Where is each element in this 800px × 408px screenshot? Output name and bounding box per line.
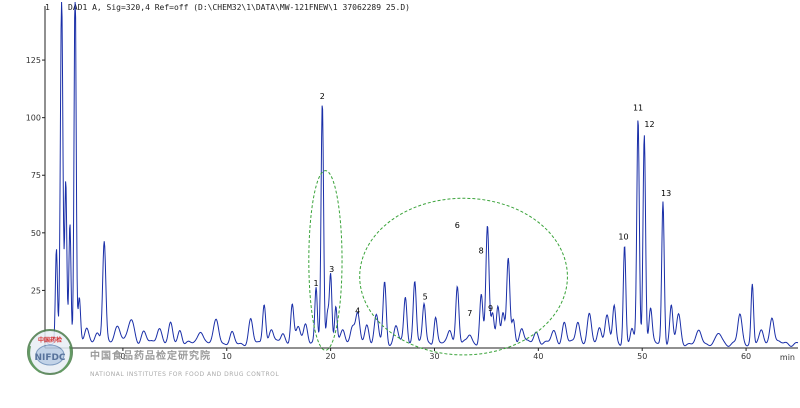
y-tick-label: 50 [31,229,41,238]
x-tick-label: 40 [533,352,543,361]
peak-label-6: 6 [455,221,460,230]
peak-label-10: 10 [618,233,628,242]
chromatogram-chart: 1 DAD1 A, Sig=320,4 Ref=off (D:\CHEM32\1… [26,1,799,378]
signal-trace [44,1,799,347]
peak-label-8: 8 [479,247,484,256]
peak-label-5: 5 [423,293,428,302]
peak-label-11: 11 [633,104,643,113]
trace-group [44,1,799,347]
y-tick-label: 25 [31,286,41,295]
peak-label-7: 7 [467,309,472,318]
peak-label-3: 3 [329,265,334,274]
peak-label-1: 1 [314,279,319,288]
peak-label-2: 2 [320,92,325,101]
header-signal-text: DAD1 A, Sig=320,4 Ref=off (D:\CHEM32\1\D… [68,3,410,12]
highlight-circle [359,197,568,356]
x-tick-label: 10 [222,352,232,361]
peak-labels: 21345678910111213 [314,92,672,318]
x-unit-label: min [780,353,795,362]
logo-abbr: NIFDC [34,353,65,363]
y-tick-label: 75 [31,171,41,180]
highlight-circles [308,170,568,356]
peak-label-9: 9 [488,304,493,313]
x-tick-label: 30 [429,352,439,361]
axes: 2550751001250 10 20 30 40 50 60 min [26,6,798,362]
peak-label-13: 13 [661,189,671,198]
nifdc-logo: 中国药检 NIFDC 中国食品药品检定研究院 NATIONAL INSTITUT… [27,329,279,378]
logo-chinese-name: 中国食品药品检定研究院 [90,349,211,362]
peak-label-4: 4 [355,306,360,315]
logo-english-name: NATIONAL INSTITUTES FOR FOOD AND DRUG CO… [90,371,279,378]
y-tick-label: 100 [26,114,41,123]
y-tick-label: 125 [26,56,41,65]
peak-label-12: 12 [644,120,654,129]
logo-seal-text: 中国药检 [38,336,62,344]
x-tick-label: 60 [741,352,751,361]
x-tick-label: 50 [637,352,647,361]
header-tick-marker: 1 [45,3,50,12]
x-tick-label: 20 [326,352,336,361]
